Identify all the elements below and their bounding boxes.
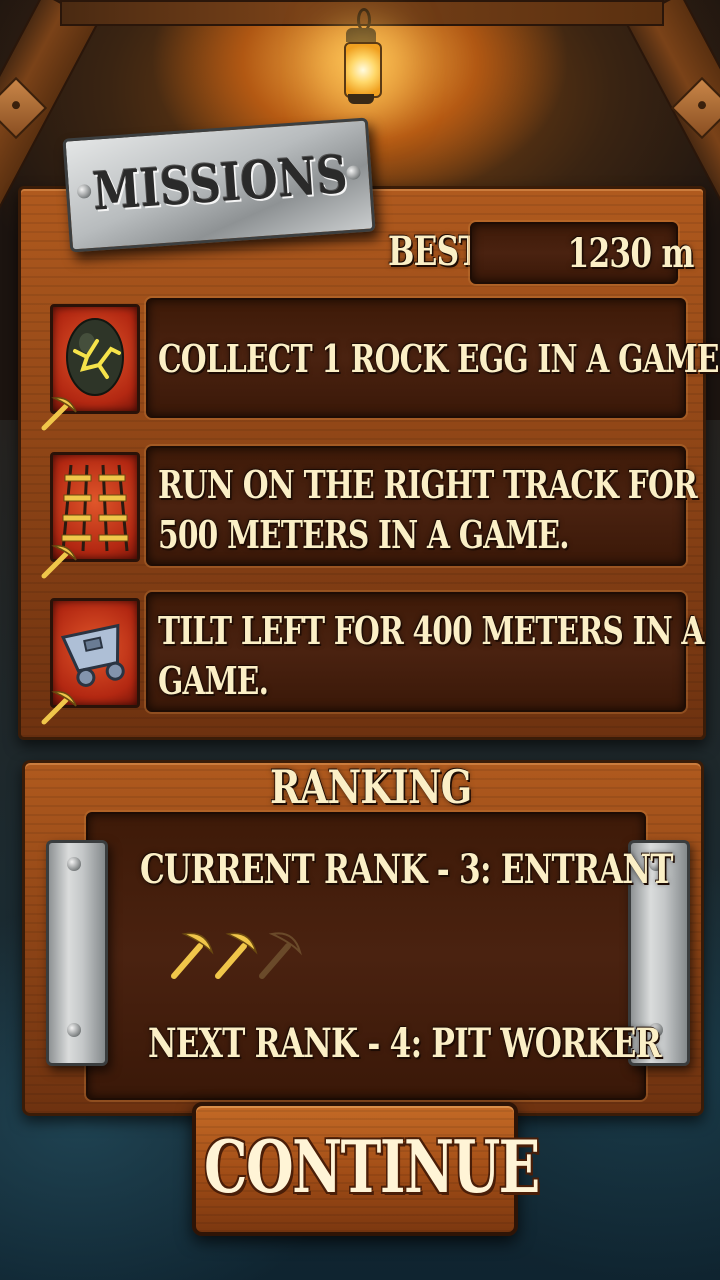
pickaxe-empty-icon — [259, 932, 302, 979]
missions-title-sign: MISSIONS — [62, 117, 376, 253]
ranking-title: RANKING — [270, 760, 472, 814]
best-value-box: 1230 m — [470, 222, 695, 284]
mission-2-panel: RUN ON THE RIGHT TRACK FOR 500 METERS IN… — [146, 446, 698, 566]
pickaxe-earned-icon — [171, 932, 214, 979]
mission-1-panel: COLLECT 1 ROCK EGG IN A GAME. — [146, 298, 720, 418]
continue-button-label: CONTINUE — [204, 1124, 540, 1209]
continue-button[interactable]: CONTINUE — [192, 1102, 540, 1236]
mission-2-text-line-2: 500 METERS IN A GAME. — [158, 512, 570, 557]
next-rank-text: NEXT RANK - 4: PIT WORKER — [148, 1020, 662, 1067]
pickaxe-icon — [41, 545, 77, 579]
best-label: BEST — [388, 228, 482, 275]
current-rank-text: CURRENT RANK - 3: ENTRANT — [140, 846, 673, 893]
best-value: 1230 m — [567, 230, 695, 277]
mission-3-text-line-1: TILT LEFT FOR 400 METERS IN A — [158, 608, 704, 653]
mission-2-text-line-1: RUN ON THE RIGHT TRACK FOR — [158, 462, 698, 507]
pickaxe-icon — [41, 691, 77, 725]
rank-progress-pickaxes — [171, 932, 302, 979]
metal-plate-left — [46, 840, 108, 1066]
mission-1-text: COLLECT 1 ROCK EGG IN A GAME. — [158, 336, 720, 381]
page-title: MISSIONS — [91, 144, 350, 223]
lantern-icon — [340, 8, 382, 108]
pickaxe-icon — [41, 397, 77, 431]
pickaxe-earned-icon — [215, 932, 258, 979]
mission-3-panel: TILT LEFT FOR 400 METERS IN A GAME. — [146, 592, 704, 712]
mission-3-text-line-2: GAME. — [158, 658, 269, 703]
